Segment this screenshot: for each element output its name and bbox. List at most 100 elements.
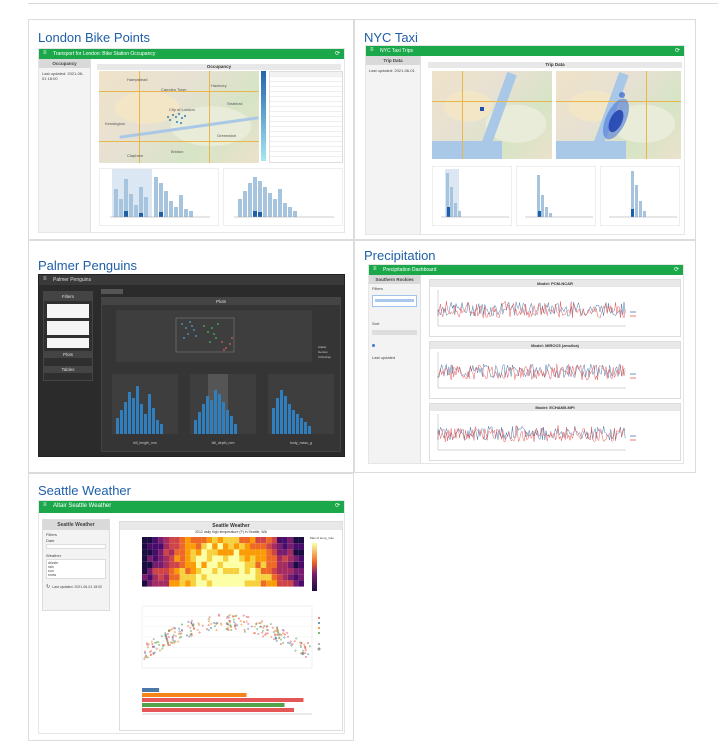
weather-select[interactable]: drizzle rain sun snow bbox=[46, 559, 106, 579]
sidebar-section: Plots bbox=[44, 351, 92, 358]
histogram-2 bbox=[516, 166, 596, 226]
london-map: Hampstead Camden Town City of London Hac… bbox=[99, 71, 259, 163]
sidebar-label: Sort bbox=[372, 321, 380, 326]
card-title[interactable]: NYC Taxi bbox=[364, 30, 418, 45]
main-panel: Seattle Weather 2012 daily high temperat… bbox=[119, 521, 343, 731]
sidebar-section: Tables bbox=[44, 366, 92, 373]
sidebar-header: Filters bbox=[44, 292, 92, 301]
colorbar bbox=[261, 71, 266, 161]
app-header-bar: ≡ Palmer Penguins bbox=[39, 275, 344, 285]
card-title[interactable]: Precipitation bbox=[364, 248, 436, 263]
weather-option[interactable]: snow bbox=[48, 573, 104, 577]
screenshot-thumbnail[interactable]: ≡ Palmer Penguins Filters Plots Tables P… bbox=[38, 274, 345, 457]
app-header-bar: ≡ Altair Seattle Weather ⟳ bbox=[39, 501, 344, 513]
settings-icon: ⟳ bbox=[674, 48, 680, 54]
app-title: Transport for London: Bike Station Occup… bbox=[53, 51, 156, 57]
filter-select[interactable] bbox=[47, 338, 89, 348]
top-divider bbox=[28, 3, 718, 4]
tab-bar[interactable] bbox=[101, 289, 123, 294]
model-panels: Model: PCM-NCAR Model: MIROC5 (zmsilva) Mo… bbox=[429, 279, 681, 463]
panel-header: Trip Data bbox=[428, 62, 682, 68]
app-header-bar: ≡ Transport for London: Bike Station Occ… bbox=[39, 49, 344, 59]
refresh-icon[interactable]: ↻ bbox=[46, 584, 50, 590]
menu-icon: ≡ bbox=[43, 50, 47, 56]
model-panel: Model: MIROC5 (zmsilva) bbox=[429, 341, 681, 399]
app-title: Altair Seattle Weather bbox=[53, 503, 112, 509]
scatter-plot: Adelie Gentoo Chinstrap bbox=[116, 310, 331, 362]
legend-item: Chinstrap bbox=[318, 355, 331, 359]
histogram-right bbox=[223, 168, 343, 226]
histogram-bill-depth: bill_depth_mm bbox=[190, 374, 256, 445]
screenshot-thumbnail[interactable]: ≡ NYC Taxi Trips ⟳ Trip Data Last update… bbox=[365, 45, 685, 235]
x-axis-label: bill_length_mm bbox=[133, 441, 157, 445]
heatmap-legend: Max of temp_max bbox=[310, 536, 334, 591]
sidebar: Seattle Weather Filters Date Weather dri… bbox=[42, 519, 110, 611]
precip-timeseries bbox=[437, 290, 636, 327]
x-axis-label: bill_depth_mm bbox=[212, 441, 235, 445]
station-points bbox=[167, 113, 186, 124]
card-title[interactable]: Palmer Penguins bbox=[38, 258, 137, 273]
panel-header: Plots bbox=[102, 298, 340, 305]
sidebar-label: Filters bbox=[46, 532, 57, 537]
model-panel: Model: ECHAM5-MPI bbox=[429, 403, 681, 461]
card-palmer-penguins[interactable]: Palmer Penguins ≡ Palmer Penguins Filter… bbox=[28, 240, 354, 473]
sidebar-text: Last updated: 2021-06-01 bbox=[369, 68, 415, 73]
filter-select[interactable] bbox=[47, 321, 89, 335]
temperature-scatter bbox=[141, 605, 313, 669]
app-title: Precipitation Dashboard bbox=[383, 267, 437, 273]
histogram-3 bbox=[600, 166, 680, 226]
panel-header: Occupancy bbox=[97, 64, 341, 70]
region-select[interactable] bbox=[372, 295, 417, 307]
histogram-body-mass: body_mass_g bbox=[268, 374, 334, 445]
legend-title: Max of temp_max bbox=[310, 536, 334, 540]
temperature-heatmap bbox=[142, 537, 304, 587]
card-nyc-taxi[interactable]: NYC Taxi ≡ NYC Taxi Trips ⟳ Trip Data La… bbox=[354, 19, 696, 240]
sidebar-label: Weather bbox=[46, 553, 62, 558]
menu-icon: ≡ bbox=[370, 47, 374, 53]
card-title[interactable]: London Bike Points bbox=[38, 30, 150, 45]
histogram-1 bbox=[432, 166, 512, 226]
legend-item: Gentoo bbox=[318, 350, 328, 354]
precip-timeseries bbox=[437, 414, 636, 451]
settings-icon: ⟳ bbox=[673, 267, 679, 273]
sort-select[interactable] bbox=[372, 330, 417, 335]
app-title: NYC Taxi Trips bbox=[380, 48, 413, 54]
sidebar-header: Occupancy bbox=[39, 59, 90, 68]
plots-panel: Plots Adelie Gentoo Chinstrap bill_lengt… bbox=[101, 297, 341, 452]
sidebar-label: Date bbox=[46, 538, 55, 543]
last-updated: Last updated: 2021-06-01 18:00 bbox=[52, 585, 103, 589]
app-title: Palmer Penguins bbox=[53, 277, 92, 283]
sidebar-text: Last updated: 2021-06-01 18:00 bbox=[42, 71, 84, 81]
model-panel: Model: PCM-NCAR bbox=[429, 279, 681, 337]
sidebar: Filters Plots Tables bbox=[43, 291, 93, 381]
heatmap-title: 2012 daily high temperature (F) in Seatt… bbox=[195, 530, 267, 534]
menu-icon: ≡ bbox=[43, 276, 47, 282]
nyc-map-left bbox=[432, 71, 552, 159]
screenshot-thumbnail[interactable]: ≡ Altair Seattle Weather ⟳ Seattle Weath… bbox=[38, 500, 345, 734]
app-header-bar: ≡ NYC Taxi Trips ⟳ bbox=[366, 46, 684, 56]
legend-item: Adelie bbox=[318, 345, 327, 349]
screenshot-thumbnail[interactable]: ≡ Precipitation Dashboard ⟳ Southern Roc… bbox=[368, 264, 684, 464]
weather-count-bars bbox=[142, 688, 312, 715]
card-title[interactable]: Seattle Weather bbox=[38, 483, 131, 498]
card-seattle-weather[interactable]: Seattle Weather ≡ Altair Seattle Weather… bbox=[28, 473, 354, 741]
date-input[interactable] bbox=[46, 544, 106, 549]
sidebar-label: Last updated bbox=[372, 355, 396, 360]
sidebar-header: Seattle Weather bbox=[43, 520, 109, 530]
card-precipitation[interactable]: Precipitation ≡ Precipitation Dashboard … bbox=[354, 240, 696, 473]
sidebar-header: Trip Data bbox=[366, 56, 420, 65]
settings-icon: ⟳ bbox=[334, 503, 340, 509]
sidebar-label: Filters bbox=[372, 286, 383, 291]
app-header-bar: ≡ Precipitation Dashboard ⟳ bbox=[369, 265, 683, 275]
sidebar: Southern Rockies Filters Sort Last updat… bbox=[369, 275, 421, 463]
histogram-left bbox=[99, 168, 219, 226]
screenshot-thumbnail[interactable]: ≡ Transport for London: Bike Station Occ… bbox=[38, 48, 345, 233]
filter-select[interactable] bbox=[47, 304, 89, 318]
card-london-bike-points[interactable]: London Bike Points ≡ Transport for Londo… bbox=[28, 19, 354, 240]
sidebar: Occupancy Last updated: 2021-06-01 18:00 bbox=[39, 59, 91, 232]
panel-header: Seattle Weather bbox=[120, 522, 342, 530]
histogram-bill-length: bill_length_mm bbox=[112, 374, 178, 445]
nyc-map-right bbox=[556, 71, 681, 159]
density-overlay bbox=[603, 92, 629, 140]
menu-icon: ≡ bbox=[43, 502, 47, 508]
